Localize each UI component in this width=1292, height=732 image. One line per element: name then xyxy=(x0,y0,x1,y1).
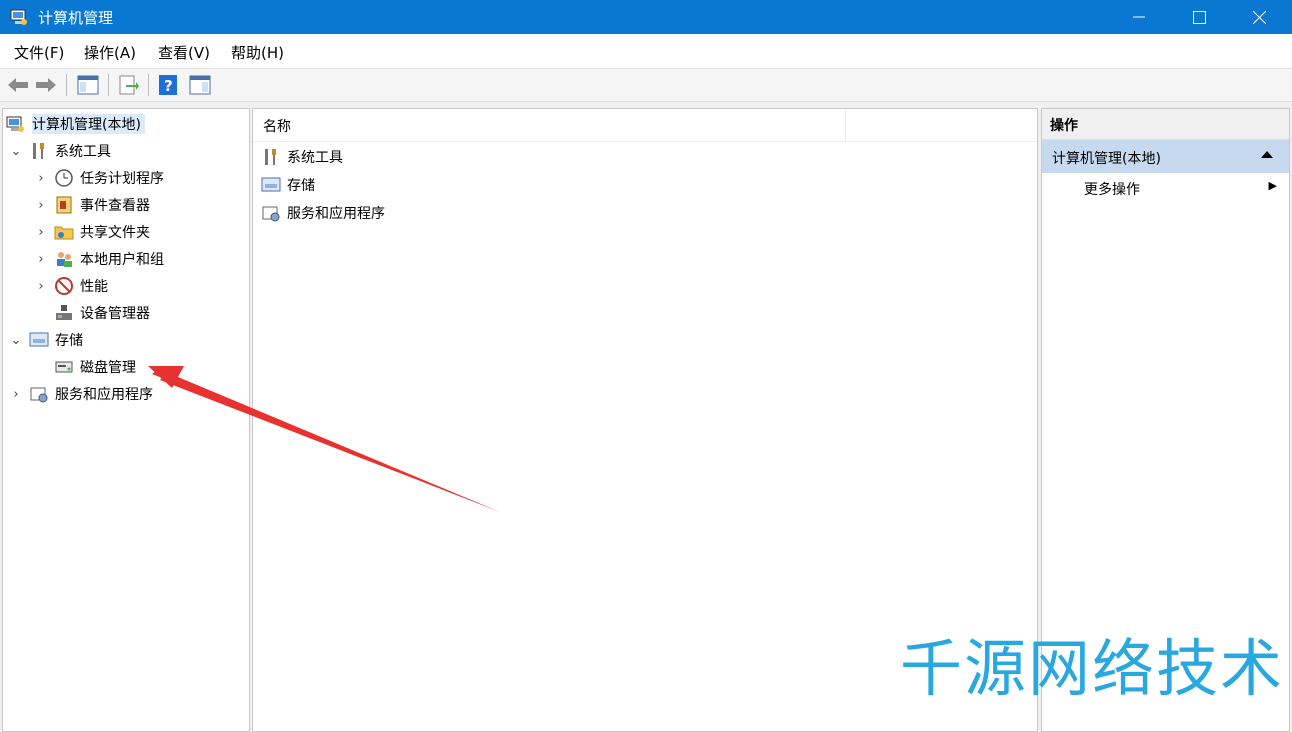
minimize-button[interactable] xyxy=(1108,0,1170,34)
watermark-text: 千源网络技术 xyxy=(900,632,1285,705)
storage-icon xyxy=(261,175,281,195)
chevron-right-icon[interactable]: › xyxy=(34,279,48,294)
tree-item-local-users[interactable]: › 本地用户和组 xyxy=(34,247,164,271)
tree-label: 设备管理器 xyxy=(80,306,150,322)
tree-item-device-manager[interactable]: 设备管理器 xyxy=(54,301,150,325)
toolbar-separator xyxy=(108,74,109,96)
chevron-right-icon[interactable]: › xyxy=(9,387,23,402)
svg-text:?: ? xyxy=(164,77,173,95)
tree-item-shared-folders[interactable]: › 共享文件夹 xyxy=(34,220,150,244)
actions-header-label: 操作 xyxy=(1050,118,1078,134)
toolbar: ? xyxy=(0,69,1292,102)
list-item[interactable]: 存储 xyxy=(261,173,315,197)
tree-item-services-apps[interactable]: › 服务和应用程序 xyxy=(9,382,153,406)
menu-help[interactable]: 帮助(H) xyxy=(231,42,284,63)
forward-arrow-icon[interactable] xyxy=(34,73,58,97)
list-header: 名称 xyxy=(253,109,1037,142)
tree-label: 性能 xyxy=(80,279,108,295)
list-item-label: 系统工具 xyxy=(287,150,343,166)
close-button[interactable] xyxy=(1228,0,1290,34)
tree-item-performance[interactable]: › 性能 xyxy=(34,274,108,298)
column-header-name[interactable]: 名称 xyxy=(263,116,291,136)
show-hide-action-pane-icon[interactable] xyxy=(188,73,212,97)
tools-icon xyxy=(29,141,49,161)
services-icon xyxy=(29,384,49,404)
shared-folder-icon xyxy=(54,222,74,242)
tree-label: 存储 xyxy=(55,333,83,349)
console-tree-pane: 计算机管理(本地) ⌄ 系统工具 › 任务计划程序 › 事件查看器 › 共享文件… xyxy=(2,108,250,732)
actions-section-label: 计算机管理(本地) xyxy=(1052,151,1161,167)
tree-item-event-viewer[interactable]: › 事件查看器 xyxy=(34,193,150,217)
tree-item-storage[interactable]: ⌄ 存储 xyxy=(9,328,83,352)
more-actions-item[interactable]: 更多操作 xyxy=(1084,179,1140,199)
actions-section-computer-management[interactable]: 计算机管理(本地) xyxy=(1042,140,1289,173)
tree-root[interactable]: 计算机管理(本地) xyxy=(6,112,145,136)
tree-root-label: 计算机管理(本地) xyxy=(32,114,145,134)
tree-label: 磁盘管理 xyxy=(80,360,136,376)
performance-icon xyxy=(54,276,74,296)
chevron-down-icon[interactable]: ⌄ xyxy=(9,144,23,159)
menu-view[interactable]: 查看(V) xyxy=(158,42,210,63)
event-viewer-icon xyxy=(54,195,74,215)
chevron-right-icon[interactable]: › xyxy=(34,252,48,267)
export-list-icon[interactable] xyxy=(116,73,140,97)
tree-label: 本地用户和组 xyxy=(80,252,164,268)
tree-item-task-scheduler[interactable]: › 任务计划程序 xyxy=(34,166,164,190)
back-arrow-icon[interactable] xyxy=(6,73,30,97)
title-bar: 计算机管理 xyxy=(0,0,1292,34)
maximize-button[interactable] xyxy=(1168,0,1230,34)
column-divider[interactable] xyxy=(845,109,846,141)
menu-bar: 文件(F) 操作(A) 查看(V) 帮助(H) xyxy=(0,34,1292,69)
list-item-label: 服务和应用程序 xyxy=(287,206,385,222)
collapse-up-icon[interactable] xyxy=(1261,150,1273,158)
device-manager-icon xyxy=(54,303,74,323)
chevron-right-icon[interactable]: › xyxy=(34,198,48,213)
list-item[interactable]: 服务和应用程序 xyxy=(261,201,385,225)
chevron-right-icon[interactable]: › xyxy=(34,225,48,240)
help-icon[interactable]: ? xyxy=(156,73,180,97)
toolbar-separator xyxy=(148,74,149,96)
services-icon xyxy=(261,203,281,223)
chevron-down-icon[interactable]: ⌄ xyxy=(9,333,23,348)
tree-label: 事件查看器 xyxy=(80,198,150,214)
tree-label: 共享文件夹 xyxy=(80,225,150,241)
tree-item-disk-management[interactable]: 磁盘管理 xyxy=(54,355,136,379)
chevron-right-icon[interactable]: › xyxy=(34,171,48,186)
storage-icon xyxy=(29,330,49,350)
list-item[interactable]: 系统工具 xyxy=(261,145,343,169)
window-title: 计算机管理 xyxy=(38,9,114,27)
list-item-label: 存储 xyxy=(287,178,315,194)
menu-file[interactable]: 文件(F) xyxy=(14,42,64,63)
clock-icon xyxy=(54,168,74,188)
tree-item-system-tools[interactable]: ⌄ 系统工具 xyxy=(9,139,111,163)
disk-management-icon xyxy=(54,357,74,377)
tree-label: 服务和应用程序 xyxy=(55,387,153,403)
tree-label: 任务计划程序 xyxy=(80,171,164,187)
actions-header: 操作 xyxy=(1042,109,1289,140)
users-icon xyxy=(54,249,74,269)
computer-management-icon xyxy=(6,114,26,134)
tools-icon xyxy=(261,147,281,167)
submenu-arrow-icon: ▶ xyxy=(1268,179,1277,192)
computer-management-icon xyxy=(9,7,29,27)
menu-action[interactable]: 操作(A) xyxy=(84,42,136,63)
show-hide-console-tree-icon[interactable] xyxy=(76,73,100,97)
toolbar-separator xyxy=(66,74,67,96)
tree-label: 系统工具 xyxy=(55,144,111,160)
